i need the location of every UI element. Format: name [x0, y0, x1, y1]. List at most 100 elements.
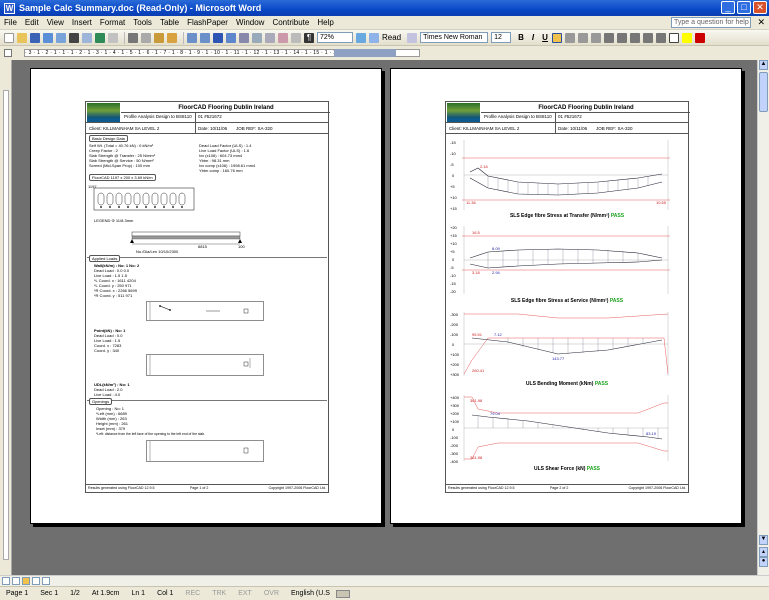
underline-button[interactable]: U: [542, 33, 548, 42]
redo-icon[interactable]: [200, 32, 210, 43]
previous-page-icon[interactable]: ▴: [759, 547, 768, 557]
borders-icon[interactable]: [668, 32, 679, 43]
data-label: 361.98: [470, 398, 483, 403]
new-document-icon[interactable]: [4, 32, 14, 43]
scroll-thumb[interactable]: [759, 72, 768, 112]
horizontal-scrollbar[interactable]: [0, 575, 769, 586]
bullets-icon[interactable]: [629, 32, 640, 43]
horizontal-ruler[interactable]: · 3 · 1 · 2 · 1 · 1 · 1 · 2 · 1 · 3 · 1 …: [0, 46, 769, 60]
print-preview-icon[interactable]: [82, 32, 92, 43]
word-app-icon[interactable]: W: [4, 2, 15, 14]
line-spacing-icon[interactable]: [603, 32, 614, 43]
highlight-icon[interactable]: [681, 32, 692, 43]
align-center-icon[interactable]: [564, 32, 575, 43]
basic-left-table: Self Wt. (Total = 40.76 kN) : 0 kN/m² Cre…: [89, 143, 156, 168]
tick-label: -100: [450, 435, 459, 440]
read-button[interactable]: Read: [382, 33, 401, 42]
select-browse-icon[interactable]: ●: [759, 557, 768, 567]
transfer-stress-chart: -15 -10 -5 0 +5 +10 +15 2.16 11.36 10.65: [450, 140, 670, 211]
status-trk[interactable]: TRK: [206, 590, 232, 597]
bending-moment-chart: -300 -200 -100 0 +100 +200 +300 95.51 7.…: [450, 312, 669, 377]
permission-icon[interactable]: [43, 32, 53, 43]
increase-indent-icon[interactable]: [655, 32, 666, 43]
save-icon[interactable]: [30, 32, 40, 43]
paste-icon[interactable]: [154, 32, 164, 43]
format-painter-icon[interactable]: [167, 32, 177, 43]
status-ovr[interactable]: OVR: [258, 590, 285, 597]
status-bar: Page 1 Sec 1 1/2 At 1.9cm Ln 1 Col 1 REC…: [0, 586, 769, 600]
menu-help[interactable]: Help: [313, 18, 337, 27]
data-label: 10.65: [656, 200, 667, 205]
styles-icon[interactable]: [407, 32, 418, 43]
menu-contribute[interactable]: Contribute: [268, 18, 313, 27]
columns-icon[interactable]: [265, 32, 275, 43]
menu-window[interactable]: Window: [232, 18, 268, 27]
scroll-up-icon[interactable]: ▲: [759, 60, 768, 70]
align-left-icon[interactable]: [551, 32, 562, 43]
spelling-icon[interactable]: [95, 32, 105, 43]
ask-question-input[interactable]: Type a question for help: [671, 17, 751, 28]
show-hide-icon[interactable]: ¶: [304, 32, 314, 43]
menu-format[interactable]: Format: [96, 18, 129, 27]
menu-insert[interactable]: Insert: [68, 18, 96, 27]
menu-tools[interactable]: Tools: [129, 18, 156, 27]
maximize-button[interactable]: □: [737, 1, 751, 14]
document-page-1[interactable]: FloorCAD Flooring Dublin Ireland Profile…: [30, 68, 382, 524]
status-rec[interactable]: REC: [179, 590, 206, 597]
date-text: Date: 10/11/06: [558, 126, 588, 131]
openings-tab: Openings: [89, 398, 113, 405]
tab-selector-icon[interactable]: [4, 49, 12, 57]
menu-edit[interactable]: Edit: [21, 18, 43, 27]
italic-button[interactable]: I: [532, 33, 534, 42]
menu-file[interactable]: File: [0, 18, 21, 27]
open-folder-icon[interactable]: [17, 32, 27, 43]
normal-view-icon[interactable]: [2, 577, 10, 585]
print-icon[interactable]: [69, 32, 79, 43]
email-icon[interactable]: [56, 32, 66, 43]
formatting-toolbar: ¶ 72% Read Times New Roman 12 B I U: [0, 30, 769, 46]
vertical-ruler[interactable]: [0, 60, 12, 575]
strand-label: No./Dia/Len 10/10/2300: [136, 249, 179, 254]
tables-borders-icon[interactable]: [226, 32, 236, 43]
zoom-select[interactable]: 72%: [317, 32, 353, 43]
vertical-scrollbar[interactable]: ▲ ▼ ▴ ●: [757, 60, 769, 575]
close-button[interactable]: ✕: [753, 1, 767, 14]
tick-label: +15: [450, 233, 458, 238]
minimize-button[interactable]: _: [721, 1, 735, 14]
undo-icon[interactable]: [187, 32, 197, 43]
outline-view-icon[interactable]: [32, 577, 40, 585]
align-right-icon[interactable]: [577, 32, 588, 43]
decrease-indent-icon[interactable]: [642, 32, 653, 43]
status-language[interactable]: English (U.S: [285, 590, 336, 597]
document-map-icon[interactable]: [291, 32, 301, 43]
research-icon[interactable]: [108, 32, 118, 43]
menu-view[interactable]: View: [43, 18, 68, 27]
insert-table-icon[interactable]: [239, 32, 249, 43]
status-ext[interactable]: EXT: [232, 590, 258, 597]
data-label: 8.09: [492, 246, 501, 251]
document-close-icon[interactable]: ✕: [757, 17, 765, 28]
hyperlink-icon[interactable]: [213, 32, 223, 43]
copy-icon[interactable]: [141, 32, 151, 43]
point-table: Dead Load : 0.0 Live Load : 1.5 Coord. x …: [94, 333, 123, 353]
numbering-icon[interactable]: [616, 32, 627, 43]
spelling-status-icon[interactable]: [335, 589, 350, 598]
tick-label: +100: [450, 352, 460, 357]
bold-button[interactable]: B: [518, 33, 524, 42]
font-color-icon[interactable]: [694, 32, 705, 43]
drawing-icon[interactable]: [278, 32, 288, 43]
menu-table[interactable]: Table: [156, 18, 183, 27]
help-icon[interactable]: [356, 32, 366, 43]
font-name-select[interactable]: Times New Roman: [420, 32, 489, 43]
tick-label: -5: [450, 265, 454, 270]
cut-icon[interactable]: [128, 32, 138, 43]
menu-flashpaper[interactable]: FlashPaper: [183, 18, 232, 27]
insert-excel-icon[interactable]: [252, 32, 262, 43]
justify-icon[interactable]: [590, 32, 601, 43]
web-layout-icon[interactable]: [12, 577, 20, 585]
print-layout-icon[interactable]: [22, 577, 30, 585]
document-page-2[interactable]: FloorCAD Flooring Dublin Ireland Profile…: [390, 68, 742, 524]
scroll-down-icon[interactable]: ▼: [759, 535, 768, 545]
font-size-select[interactable]: 12: [491, 32, 512, 43]
reading-layout-icon[interactable]: [42, 577, 50, 585]
